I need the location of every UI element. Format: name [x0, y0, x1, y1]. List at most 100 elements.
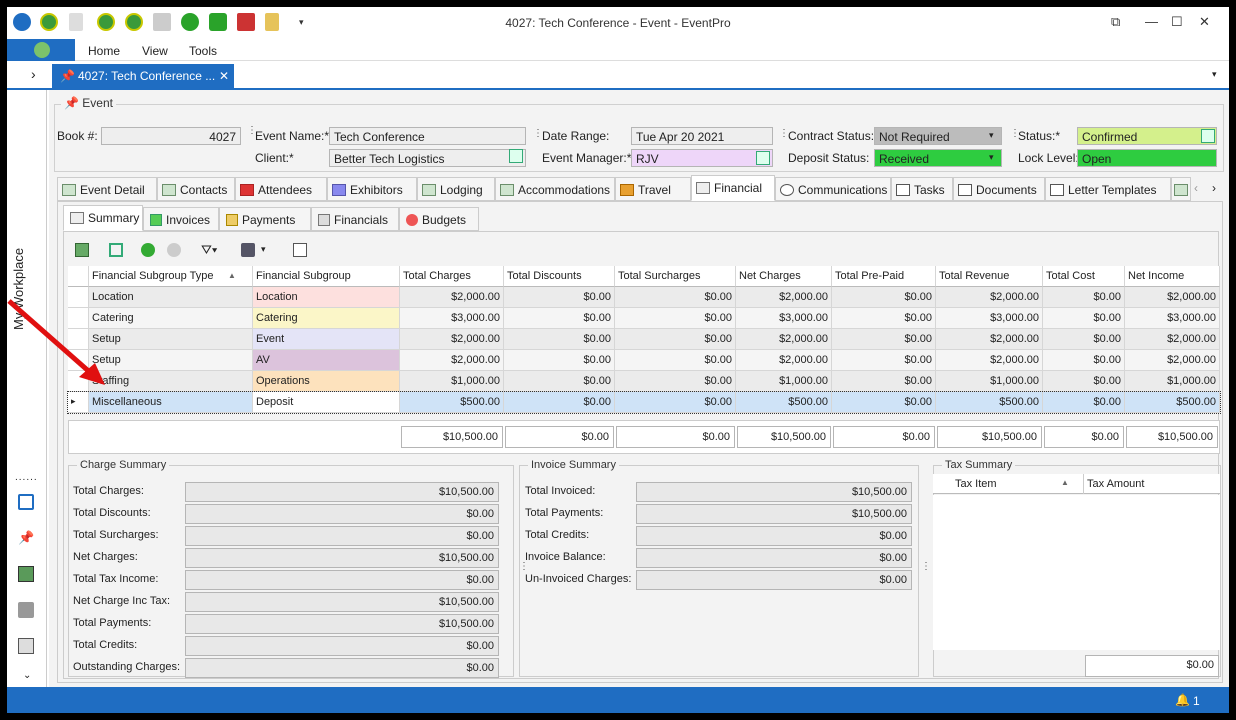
restore-icon[interactable]: ⧉ [1111, 14, 1120, 30]
tab-accommodations[interactable]: Accommodations [495, 177, 615, 201]
table-cell[interactable]: $2,000.00 [736, 287, 832, 308]
subtab-summary[interactable]: Summary [63, 205, 143, 231]
event-manager-field[interactable]: RJV [631, 149, 773, 167]
close-tab-icon[interactable]: ✕ [219, 69, 229, 83]
menu-view[interactable]: View [142, 44, 168, 58]
table-cell[interactable]: $0.00 [504, 392, 615, 413]
tab-attendees[interactable]: Attendees [235, 177, 327, 201]
scroll-left-icon[interactable]: ‹ [1194, 181, 1198, 195]
table-cell[interactable]: $500.00 [1125, 392, 1220, 413]
tab-communications[interactable]: Communications [775, 177, 891, 201]
tab-letter-templates[interactable]: Letter Templates [1045, 177, 1171, 201]
table-cell[interactable]: $2,000.00 [736, 329, 832, 350]
bell-icon[interactable]: 🔔 [1175, 693, 1190, 707]
tab-travel[interactable]: Travel [615, 177, 691, 201]
tax-amount-column-header[interactable]: Tax Amount [1087, 478, 1144, 490]
table-cell[interactable]: $500.00 [736, 392, 832, 413]
table-row[interactable]: Staffing Operations $1,000.00 $0.00 $0.00 $1,… [68, 371, 1220, 392]
move-up-icon[interactable] [141, 243, 155, 257]
pin-icon[interactable]: 📌 [18, 530, 34, 546]
subtab-payments[interactable]: Payments [219, 207, 311, 231]
export-icon[interactable] [109, 243, 123, 257]
table-cell[interactable]: $0.00 [832, 329, 936, 350]
deposit-status-select[interactable]: Received [874, 149, 1002, 167]
table-cell[interactable]: $0.00 [504, 371, 615, 392]
event-manager-lookup-icon[interactable] [756, 151, 770, 165]
table-cell[interactable]: $0.00 [504, 350, 615, 371]
table-cell[interactable]: $1,000.00 [400, 371, 504, 392]
subtab-budgets[interactable]: Budgets [399, 207, 479, 231]
table-cell[interactable]: $0.00 [1043, 287, 1125, 308]
save-layout-icon[interactable] [241, 243, 255, 257]
table-cell[interactable]: $0.00 [615, 392, 736, 413]
table-cell[interactable]: $0.00 [504, 308, 615, 329]
table-cell[interactable]: $0.00 [1043, 350, 1125, 371]
table-cell[interactable]: Event [253, 329, 400, 350]
tab-contacts[interactable]: Contacts [157, 177, 235, 201]
tab-tasks[interactable]: Tasks [891, 177, 953, 201]
table-cell[interactable]: $2,000.00 [1125, 287, 1220, 308]
table-cell[interactable]: Operations [253, 371, 400, 392]
table-cell[interactable]: Catering [253, 308, 400, 329]
table-cell[interactable]: $2,000.00 [400, 329, 504, 350]
tab-lodging[interactable]: Lodging [417, 177, 495, 201]
table-cell[interactable]: $0.00 [615, 329, 736, 350]
client-lookup-icon[interactable] [509, 149, 523, 163]
table-cell[interactable]: $0.00 [1043, 371, 1125, 392]
table-cell[interactable]: $2,000.00 [1125, 350, 1220, 371]
table-cell[interactable]: $0.00 [832, 371, 936, 392]
menu-tools[interactable]: Tools [189, 44, 217, 58]
table-cell[interactable]: $1,000.00 [936, 371, 1043, 392]
column-header[interactable]: Total Charges [400, 266, 504, 287]
table-row[interactable]: Catering Catering $3,000.00 $0.00 $0.00 $3,00… [68, 308, 1220, 329]
status-lookup-icon[interactable] [1201, 129, 1215, 143]
printer-icon[interactable] [18, 602, 34, 618]
home-icon[interactable] [18, 494, 34, 510]
column-header[interactable]: Total Surcharges [615, 266, 736, 287]
close-button[interactable]: ✕ [1199, 14, 1210, 30]
event-name-field[interactable]: Tech Conference [329, 127, 526, 145]
table-cell[interactable]: Deposit [253, 392, 400, 413]
table-cell[interactable]: $2,000.00 [400, 350, 504, 371]
table-cell[interactable]: $2,000.00 [936, 329, 1043, 350]
table-cell[interactable]: $0.00 [832, 350, 936, 371]
subtab-invoices[interactable]: Invoices [143, 207, 219, 231]
table-cell[interactable]: $0.00 [832, 392, 936, 413]
filter-icon[interactable]: ⛛▾ [201, 242, 217, 258]
table-cell[interactable]: $0.00 [615, 350, 736, 371]
print-preview-icon[interactable] [293, 243, 307, 257]
contract-status-select[interactable]: Not Required [874, 127, 1002, 145]
table-cell[interactable]: $0.00 [1043, 308, 1125, 329]
tax-item-column-header[interactable]: Tax Item [955, 478, 997, 490]
tab-financial[interactable]: Financial [691, 175, 775, 201]
table-cell[interactable]: $1,000.00 [1125, 371, 1220, 392]
status-field[interactable]: Confirmed [1077, 127, 1217, 145]
table-cell[interactable]: $0.00 [1043, 329, 1125, 350]
tab-documents[interactable]: Documents [953, 177, 1045, 201]
table-cell[interactable]: $0.00 [832, 308, 936, 329]
scroll-right-icon[interactable]: › [1212, 181, 1216, 195]
document-tab[interactable]: 📌 4027: Tech Conference ... ✕ [52, 64, 234, 88]
client-field[interactable]: Better Tech Logistics [329, 149, 526, 167]
subtab-financials[interactable]: Financials [311, 207, 399, 231]
column-header[interactable]: Financial Subgroup [253, 266, 400, 287]
table-cell[interactable]: $2,000.00 [1125, 329, 1220, 350]
table-cell[interactable]: $0.00 [504, 329, 615, 350]
tab-event-detail[interactable]: Event Detail [57, 177, 157, 201]
tab-list-icon[interactable]: ▾ [1212, 69, 1217, 80]
table-cell[interactable]: $500.00 [936, 392, 1043, 413]
date-range-field[interactable]: Tue Apr 20 2021 [631, 127, 773, 145]
tab-exhibitors[interactable]: Exhibitors [327, 177, 417, 201]
table-row[interactable]: Location Location $2,000.00 $0.00 $0.00 $2,00… [68, 287, 1220, 308]
table-cell[interactable]: $1,000.00 [736, 371, 832, 392]
ledger-icon[interactable] [18, 566, 34, 582]
column-header[interactable]: Total Discounts [504, 266, 615, 287]
table-cell[interactable]: Location [253, 287, 400, 308]
app-menu-button[interactable] [7, 39, 75, 61]
maximize-button[interactable]: ☐ [1171, 14, 1183, 30]
table-cell[interactable]: $2,000.00 [936, 287, 1043, 308]
table-row[interactable]: ▸ Miscellaneous Deposit $500.00 $0.00 $0.00 $5… [67, 391, 1221, 414]
table-cell[interactable]: $0.00 [1043, 392, 1125, 413]
expand-sidebar-icon[interactable]: › [31, 66, 36, 82]
table-cell[interactable]: $500.00 [400, 392, 504, 413]
